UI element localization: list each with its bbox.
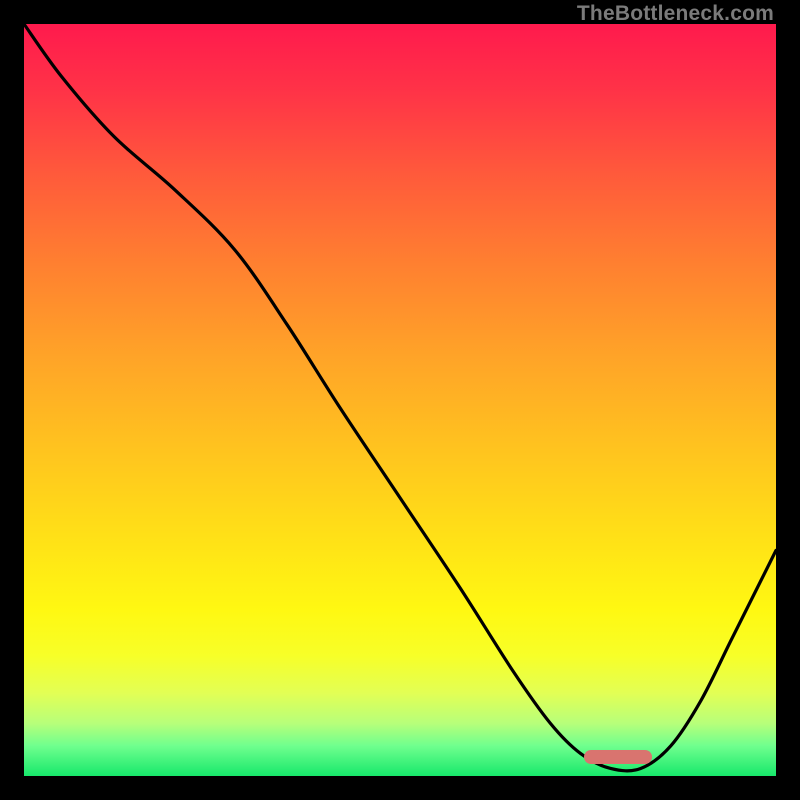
curve-path <box>24 24 776 771</box>
bottleneck-curve <box>24 24 776 776</box>
watermark-text: TheBottleneck.com <box>577 2 774 26</box>
optimal-range-marker <box>584 750 652 764</box>
chart-frame: TheBottleneck.com <box>0 0 800 800</box>
